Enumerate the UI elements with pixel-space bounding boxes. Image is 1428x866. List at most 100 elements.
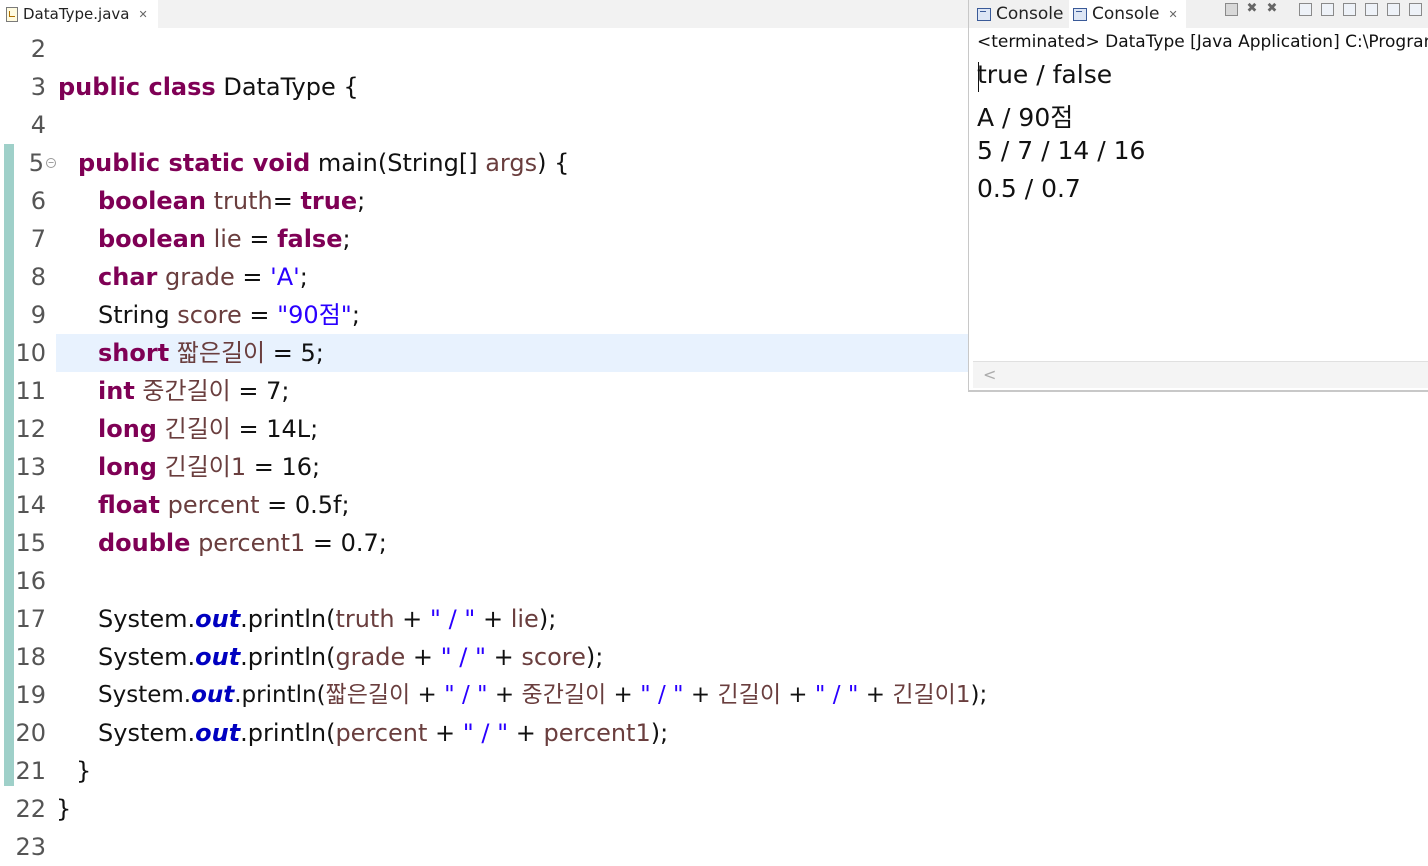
variable: 긴길이1 bbox=[156, 453, 247, 481]
string-literal: " / " bbox=[814, 682, 859, 708]
code-text: = 5; bbox=[265, 339, 324, 367]
line-number: 13 bbox=[15, 453, 46, 481]
variable: truth bbox=[335, 605, 395, 633]
line-number: 6 bbox=[30, 187, 46, 215]
code-text: + bbox=[606, 682, 641, 708]
string-literal: 'A' bbox=[270, 263, 300, 291]
remove-all-icon[interactable]: ✖ bbox=[1265, 2, 1279, 16]
variable: 중간길이 bbox=[134, 377, 231, 405]
line-number: 4 bbox=[30, 111, 46, 139]
code-text: + bbox=[683, 682, 718, 708]
code-line-6: boolean truth= true; bbox=[98, 182, 365, 220]
code-text: + bbox=[405, 643, 441, 671]
code-text: + bbox=[781, 682, 815, 708]
variable: 중간길이 bbox=[521, 682, 607, 708]
code-line-15: double percent1 = 0.7; bbox=[98, 524, 387, 562]
keyword: public class bbox=[58, 73, 216, 101]
code-line-21: } bbox=[76, 757, 92, 785]
code-text: String bbox=[98, 301, 170, 329]
code-text: .println( bbox=[240, 643, 336, 671]
variable: 짧은길이 bbox=[169, 339, 266, 367]
variable: 긴길이1 bbox=[892, 682, 971, 708]
keyword: long bbox=[98, 453, 157, 481]
code-text: + bbox=[486, 643, 522, 671]
scroll-left-icon[interactable]: < bbox=[983, 365, 996, 384]
string-literal: " / " bbox=[440, 643, 487, 671]
code-text: .println( bbox=[240, 605, 336, 633]
code-text: ); bbox=[970, 682, 988, 708]
code-editor[interactable]: 2 3 4 5 6 7 8 9 10 11 12 13 14 15 16 17 … bbox=[0, 28, 987, 861]
variable: 긴길이 bbox=[717, 682, 781, 708]
line-number: 11 bbox=[15, 377, 46, 405]
line-number: 9 bbox=[30, 301, 46, 329]
change-indicator-bar bbox=[4, 144, 14, 786]
keyword: int bbox=[98, 377, 135, 405]
code-text: .println( bbox=[240, 719, 336, 747]
tab-console-2[interactable]: Console ✕ bbox=[1069, 0, 1186, 28]
horizontal-scrollbar[interactable]: < bbox=[973, 361, 1428, 388]
terminate-icon[interactable] bbox=[1225, 3, 1238, 16]
keyword: long bbox=[98, 415, 157, 443]
keyword: boolean bbox=[98, 225, 206, 253]
code-text: DataType { bbox=[215, 73, 359, 101]
variable: percent1 bbox=[543, 719, 651, 747]
editor-tab-bar: DataType.java ✕ bbox=[0, 0, 975, 28]
tab-label: Console bbox=[996, 4, 1064, 24]
line-number: 19 bbox=[15, 681, 46, 709]
code-text: System. bbox=[98, 719, 196, 747]
string-literal: " / " bbox=[444, 682, 488, 708]
code-text: System. bbox=[98, 643, 196, 671]
keyword: double bbox=[98, 529, 191, 557]
open-console-icon[interactable] bbox=[1409, 3, 1422, 16]
string-literal: " / " bbox=[429, 605, 476, 633]
keyword: float bbox=[98, 491, 160, 519]
keyword: short bbox=[98, 339, 170, 367]
code-text: + bbox=[427, 719, 463, 747]
code-line-10: short 짧은길이 = 5; bbox=[98, 334, 324, 372]
code-text: .println( bbox=[234, 682, 326, 708]
console-icon bbox=[1073, 7, 1087, 21]
scroll-lock-icon[interactable] bbox=[1321, 3, 1334, 16]
code-text: = 0.5f; bbox=[259, 491, 350, 519]
code-line-12: long 긴길이 = 14L; bbox=[98, 410, 318, 448]
variable: truth bbox=[205, 187, 273, 215]
code-line-3: public class DataType { bbox=[58, 68, 359, 106]
code-line-11: int 중간길이 = 7; bbox=[98, 372, 289, 410]
code-text: ; bbox=[342, 225, 351, 253]
code-text: ; bbox=[299, 263, 308, 291]
variable: lie bbox=[510, 605, 539, 633]
line-number: 23 bbox=[15, 833, 46, 861]
console-view: Console Console ✕ ✖ ✖ <terminated> DataT… bbox=[968, 0, 1428, 392]
fold-toggle-icon[interactable]: − bbox=[46, 158, 56, 168]
code-text: ); bbox=[538, 605, 557, 633]
keyword: public static void bbox=[78, 149, 311, 177]
code-text: System. bbox=[98, 682, 192, 708]
code-text: + bbox=[475, 605, 511, 633]
code-line-5: public static void main(String[] args) { bbox=[78, 144, 569, 182]
console-output-line: 5 / 7 / 14 / 16 bbox=[977, 136, 1146, 165]
console-status: <terminated> DataType [Java Application]… bbox=[977, 32, 1428, 52]
close-icon[interactable]: ✕ bbox=[138, 8, 147, 21]
variable: grade bbox=[335, 643, 406, 671]
word-wrap-icon[interactable] bbox=[1343, 3, 1356, 16]
code-text: = 7; bbox=[230, 377, 290, 405]
pin-console-icon[interactable] bbox=[1365, 3, 1378, 16]
variable: score bbox=[169, 301, 242, 329]
java-file-icon bbox=[6, 6, 18, 22]
line-number: 22 bbox=[15, 795, 46, 823]
tab-console-1[interactable]: Console bbox=[977, 0, 1064, 28]
editor-tab-datatype-java[interactable]: DataType.java ✕ bbox=[0, 0, 158, 28]
display-console-icon[interactable] bbox=[1387, 3, 1400, 16]
code-line-9: String score = "90점"; bbox=[98, 296, 360, 334]
line-number: 16 bbox=[15, 567, 46, 595]
code-line-7: boolean lie = false; bbox=[98, 220, 351, 258]
code-text: + bbox=[487, 682, 522, 708]
console-output-line: true / false bbox=[977, 60, 1113, 89]
keyword: boolean bbox=[98, 187, 206, 215]
code-line-8: char grade = 'A'; bbox=[98, 258, 308, 296]
close-icon[interactable]: ✕ bbox=[1169, 8, 1178, 21]
clear-console-icon[interactable] bbox=[1299, 3, 1312, 16]
remove-launch-icon[interactable]: ✖ bbox=[1245, 2, 1259, 16]
console-icon bbox=[977, 7, 991, 21]
code-line-19: System.out.println(짧은길이 + " / " + 중간길이 +… bbox=[98, 676, 987, 714]
